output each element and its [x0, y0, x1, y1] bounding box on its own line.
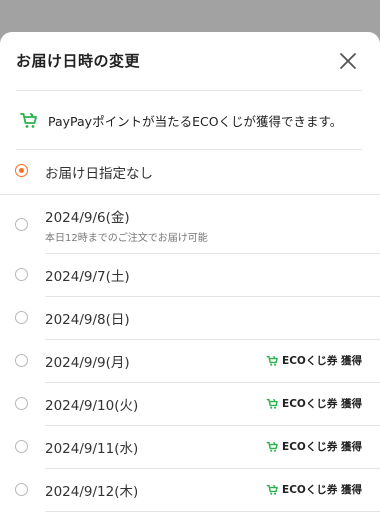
cart-icon [20, 113, 37, 128]
option-label: 2024/9/11(水) [45, 441, 139, 457]
badge-text: ECOくじ券 獲得 [282, 441, 362, 453]
option-date[interactable]: 2024/9/6(金) 本日12時までのご注文でお届け可能 [0, 195, 380, 253]
eco-lottery-badge: ECOくじ券 獲得 [266, 439, 362, 454]
eco-lottery-badge: ECOくじ券 獲得 [266, 353, 362, 368]
radio[interactable] [15, 440, 28, 453]
badge-text: ECOくじ券 獲得 [282, 398, 362, 410]
radio[interactable] [15, 354, 28, 367]
banner-text: PayPayポイントが当たるECOくじが獲得できます。 [48, 113, 343, 129]
cart-icon [266, 355, 278, 366]
option-label: お届け日指定なし [45, 166, 153, 182]
eco-lottery-banner: PayPayポイントが当たるECOくじが獲得できます。 [16, 90, 362, 150]
radio-selected[interactable] [15, 164, 28, 177]
option-date[interactable]: 2024/9/10(火) ECOくじ券 獲得 [0, 383, 380, 425]
divider [45, 511, 380, 512]
cart-icon [266, 484, 278, 495]
option-sublabel: 本日12時までのご注文でお届け可能 [45, 233, 208, 244]
option-label: 2024/9/12(木) [45, 484, 139, 500]
option-date[interactable]: 2024/9/11(水) ECOくじ券 獲得 [0, 426, 380, 468]
modal-title: お届け日時の変更 [16, 52, 141, 70]
option-label: 2024/9/10(火) [45, 398, 139, 414]
delivery-date-modal: お届け日時の変更 PayPayポイントが当たるECOくじが獲得できます。 お届け… [0, 32, 380, 518]
radio[interactable] [15, 218, 28, 231]
cart-icon [266, 441, 278, 452]
option-date[interactable]: 2024/9/12(木) ECOくじ券 獲得 [0, 469, 380, 511]
cart-icon [266, 398, 278, 409]
option-date[interactable]: 2024/9/8(日) [0, 297, 380, 339]
close-icon[interactable] [336, 49, 360, 73]
eco-lottery-badge: ECOくじ券 獲得 [266, 396, 362, 411]
modal-header: お届け日時の変更 [0, 32, 380, 90]
option-date[interactable]: 2024/9/9(月) ECOくじ券 獲得 [0, 340, 380, 382]
option-date[interactable]: 2024/9/7(土) [0, 254, 380, 296]
badge-text: ECOくじ券 獲得 [282, 484, 362, 496]
radio[interactable] [15, 397, 28, 410]
option-label: 2024/9/7(土) [45, 269, 130, 285]
badge-text: ECOくじ券 獲得 [282, 355, 362, 367]
option-label: 2024/9/6(金) [45, 210, 130, 226]
radio[interactable] [15, 483, 28, 496]
radio[interactable] [15, 268, 28, 281]
option-label: 2024/9/8(日) [45, 312, 130, 328]
option-label: 2024/9/9(月) [45, 355, 130, 371]
eco-lottery-badge: ECOくじ券 獲得 [266, 482, 362, 497]
radio[interactable] [15, 311, 28, 324]
option-no-date[interactable]: お届け日指定なし [0, 148, 380, 194]
